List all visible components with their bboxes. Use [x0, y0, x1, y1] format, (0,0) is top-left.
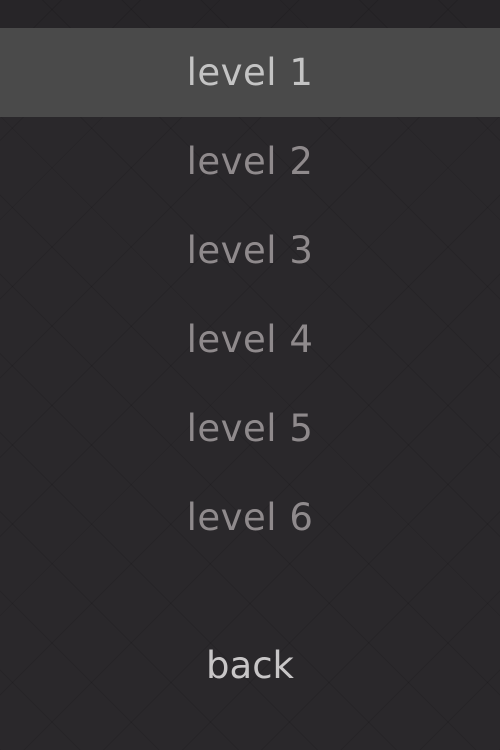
level-item-3[interactable]: level 3 — [0, 206, 500, 295]
level-item-label: level 6 — [186, 496, 314, 539]
level-item-2[interactable]: level 2 — [0, 117, 500, 206]
level-item-label: level 3 — [186, 229, 314, 272]
level-item-6[interactable]: level 6 — [0, 473, 500, 562]
back-button[interactable]: back — [0, 620, 500, 710]
level-item-label: level 5 — [186, 407, 314, 450]
level-item-5[interactable]: level 5 — [0, 384, 500, 473]
level-item-1[interactable]: level 1 — [0, 28, 500, 117]
level-item-label: level 2 — [186, 140, 314, 183]
top-bar — [0, 0, 500, 28]
back-button-label: back — [206, 643, 294, 687]
level-item-label: level 4 — [186, 318, 314, 361]
level-item-4[interactable]: level 4 — [0, 295, 500, 384]
level-item-label: level 1 — [186, 51, 314, 94]
level-list: level 1 level 2 level 3 level 4 level 5 … — [0, 28, 500, 562]
level-select-screen: level 1 level 2 level 3 level 4 level 5 … — [0, 0, 500, 750]
